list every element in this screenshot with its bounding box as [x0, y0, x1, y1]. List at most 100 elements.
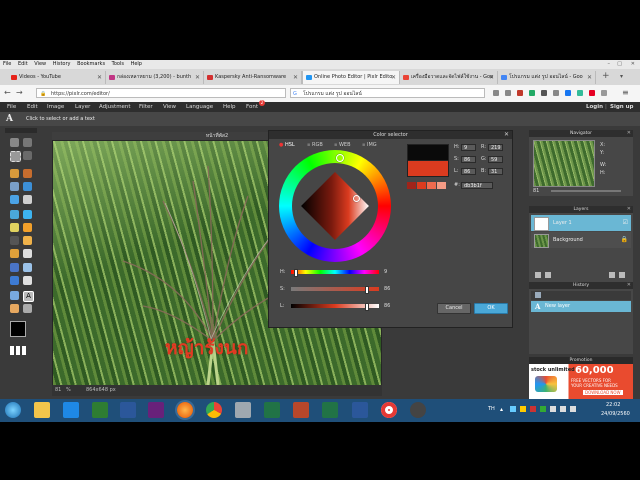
saturation-slider-knob[interactable] — [364, 286, 369, 294]
extension-icon[interactable] — [517, 90, 523, 96]
paint-bucket-icon[interactable] — [23, 182, 32, 191]
excel-icon[interactable] — [264, 402, 280, 418]
tab-img[interactable]: ▪ IMG — [362, 142, 377, 148]
hue-slider[interactable] — [291, 269, 379, 277]
tab-hsl[interactable]: ● HSL — [279, 142, 295, 148]
close-tab-icon[interactable]: ✕ — [293, 71, 298, 84]
firefox-icon[interactable] — [177, 402, 193, 418]
sponge-tool-icon[interactable] — [23, 236, 32, 245]
pencil-tool-icon[interactable] — [10, 169, 19, 178]
word-icon[interactable] — [352, 402, 368, 418]
back-icon[interactable]: ← — [4, 88, 11, 98]
swatch-lighter[interactable] — [437, 182, 446, 189]
extension-icon[interactable] — [529, 90, 535, 96]
primary-color-swatch[interactable] — [10, 321, 26, 337]
signup-link[interactable]: Sign up — [610, 102, 633, 112]
menu-history[interactable]: History — [53, 61, 71, 67]
pinterest-icon[interactable] — [589, 90, 595, 96]
project-icon[interactable] — [92, 402, 108, 418]
menu-bookmarks[interactable]: Bookmarks — [77, 61, 105, 67]
close-icon[interactable]: ✕ — [504, 131, 509, 138]
internet-explorer-icon[interactable] — [63, 402, 79, 418]
clock-time[interactable]: 22:02 — [606, 402, 620, 408]
red-eye-tool-icon[interactable] — [10, 263, 19, 272]
panel-close-icon[interactable]: ✕ — [627, 206, 631, 212]
pixlr-menu-layer[interactable]: Layer — [75, 102, 90, 112]
tab-kaspersky[interactable]: Kaspersky Anti-Ransomware ✕ — [204, 71, 302, 84]
extension-icon[interactable] — [541, 90, 547, 96]
excel-icon[interactable] — [322, 402, 338, 418]
tab-web[interactable]: ▪ WEB — [334, 142, 351, 148]
grid-view-icon[interactable] — [10, 346, 26, 355]
zoom-value[interactable]: 81 — [55, 385, 61, 396]
history-item-open[interactable] — [531, 291, 631, 300]
l-field[interactable]: 86 — [461, 168, 476, 175]
g-field[interactable]: 59 — [488, 156, 503, 163]
powerpoint-icon[interactable] — [293, 402, 309, 418]
swatch-mid[interactable] — [417, 182, 426, 189]
menu-help[interactable]: Help — [131, 61, 142, 67]
opera-icon[interactable] — [381, 402, 397, 418]
bloat-tool-icon[interactable] — [10, 276, 19, 285]
tray-arrow-icon[interactable]: ▴ — [500, 406, 503, 413]
pinch-tool-icon[interactable] — [23, 276, 32, 285]
tab-rgb[interactable]: ▪ RGB — [307, 142, 323, 148]
menu-tools[interactable]: Tools — [112, 61, 124, 67]
close-tab-icon[interactable]: ✕ — [391, 71, 396, 84]
pixlr-menu-image[interactable]: Image — [47, 102, 64, 112]
color-replace-icon[interactable] — [10, 210, 19, 219]
brush-tool-icon[interactable] — [23, 169, 32, 178]
menu-view[interactable]: View — [34, 61, 46, 67]
layer-item-layer-1[interactable]: Layer 1 ☑ — [531, 215, 631, 231]
home-icon[interactable] — [505, 90, 511, 96]
h-field[interactable]: 9 — [461, 144, 476, 151]
move-tool-icon[interactable] — [23, 138, 32, 147]
promo-cta[interactable]: DOWNLOAD NOW — [583, 390, 623, 395]
language-indicator[interactable]: TH — [488, 406, 495, 412]
saturation-slider[interactable] — [291, 286, 379, 294]
layer-settings-icon[interactable] — [535, 272, 541, 278]
ok-button[interactable]: OK — [474, 303, 508, 314]
hamburger-menu-icon[interactable]: ≡ — [622, 88, 629, 97]
pixlr-menu-adjustment[interactable]: Adjustment — [99, 102, 131, 112]
swatch-dark[interactable] — [407, 182, 416, 189]
tab-pixlr[interactable]: Online Photo Editor | Pixlr Edito ✕ — [302, 71, 400, 84]
sharpen-tool-icon[interactable] — [23, 223, 32, 232]
tray-icon[interactable] — [540, 406, 546, 412]
burn-tool-icon[interactable] — [23, 249, 32, 258]
color-handle[interactable] — [353, 195, 360, 202]
pixlr-menu-help[interactable]: Help — [223, 102, 236, 112]
tray-icon[interactable] — [520, 406, 526, 412]
app-icon[interactable] — [235, 402, 251, 418]
network-icon[interactable] — [560, 406, 566, 412]
hue-slider-knob[interactable] — [293, 269, 298, 277]
promotion-ad[interactable]: stock unlimited 60,000 FREE VECTORS FOR … — [529, 364, 633, 399]
lightness-slider[interactable] — [291, 303, 379, 311]
pixlr-menu-edit[interactable]: Edit — [27, 102, 38, 112]
download-icon[interactable] — [493, 90, 499, 96]
zoom-tool-icon[interactable] — [23, 304, 32, 313]
hex-field[interactable]: db3b1f — [461, 182, 493, 189]
pixlr-menu-filter[interactable]: Filter — [139, 102, 153, 112]
new-tab-icon[interactable]: + — [602, 71, 610, 81]
close-tab-icon[interactable]: ✕ — [489, 71, 494, 84]
file-explorer-icon[interactable] — [34, 402, 50, 418]
overlay-text[interactable]: หญ้ารังนก — [165, 333, 248, 363]
navigator-zoom-slider[interactable] — [551, 190, 621, 192]
gradient-tool-icon[interactable] — [10, 195, 19, 204]
pixlr-menu-font[interactable]: Font — [246, 102, 258, 112]
close-tab-icon[interactable]: ✕ — [587, 71, 592, 84]
obs-icon[interactable] — [410, 402, 426, 418]
lightness-slider-knob[interactable] — [364, 303, 369, 311]
search-input[interactable]: G โปรแกรม แต่ง รูป ออนไลน์ — [290, 88, 485, 98]
cancel-button[interactable]: Cancel — [437, 303, 471, 314]
panel-close-icon[interactable]: ✕ — [627, 130, 631, 136]
b-field[interactable]: 31 — [488, 168, 503, 175]
tab-google-search[interactable]: โปรแกรม แต่ง รูป ออนไลน์ - Goo ✕ — [498, 71, 596, 84]
volume-icon[interactable] — [570, 406, 576, 412]
extension-icon[interactable] — [553, 90, 559, 96]
pixlr-menu-view[interactable]: View — [163, 102, 176, 112]
menu-edit[interactable]: Edit — [18, 61, 28, 67]
spot-heal-icon[interactable] — [23, 263, 32, 272]
lasso-tool-icon[interactable] — [23, 151, 32, 160]
